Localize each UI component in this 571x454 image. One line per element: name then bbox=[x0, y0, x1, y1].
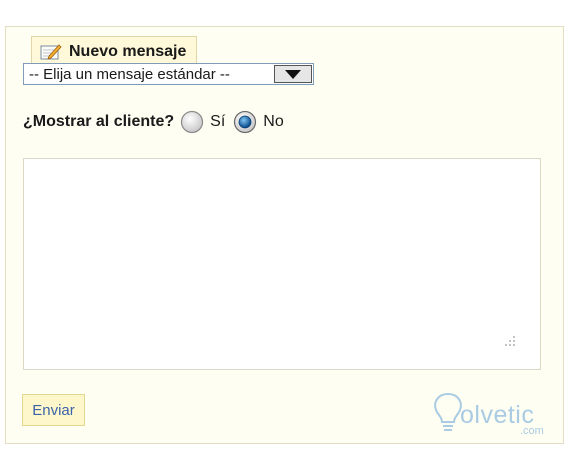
watermark-domain: .com bbox=[520, 425, 544, 437]
dropdown-arrow-button[interactable] bbox=[274, 65, 312, 83]
radio-yes[interactable] bbox=[180, 110, 204, 134]
panel-title: Nuevo mensaje bbox=[69, 43, 187, 60]
show-to-client-row: ¿Mostrar al cliente? Sí No bbox=[23, 107, 286, 137]
note-pencil-icon bbox=[40, 43, 62, 61]
standard-message-select[interactable]: -- Elija un mensaje estándar -- bbox=[23, 63, 314, 85]
radio-yes-label: Sí bbox=[210, 113, 226, 130]
chevron-down-icon bbox=[285, 69, 301, 79]
select-selected-value: -- Elija un mensaje estándar -- bbox=[29, 65, 230, 83]
radio-no[interactable] bbox=[233, 110, 257, 134]
send-button[interactable]: Enviar bbox=[22, 394, 85, 426]
radio-checked-icon bbox=[234, 110, 257, 134]
radio-no-label: No bbox=[263, 113, 284, 130]
radio-unchecked-icon bbox=[181, 110, 204, 134]
show-to-client-label: ¿Mostrar al cliente? bbox=[23, 113, 175, 130]
watermark-logo: olvetic .com bbox=[428, 390, 558, 438]
message-textarea[interactable] bbox=[23, 158, 541, 370]
resize-grip-icon[interactable] bbox=[502, 333, 516, 347]
